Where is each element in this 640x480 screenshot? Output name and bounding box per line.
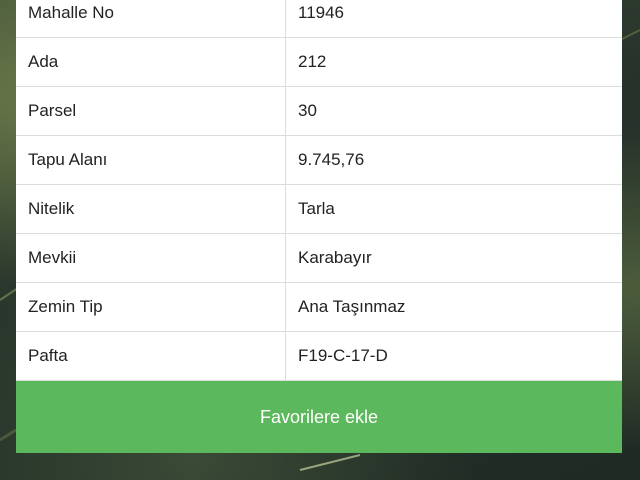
table-row: Pafta F19-C-17-D (16, 332, 622, 381)
table-row: Tapu Alanı 9.745,76 (16, 136, 622, 185)
row-value: Karabayır (298, 248, 372, 267)
table-row: Ada 212 (16, 38, 622, 87)
row-label: Pafta (16, 332, 286, 380)
row-label: Tapu Alanı (16, 136, 286, 184)
row-value: Ana Taşınmaz (298, 297, 406, 316)
row-label: Mevkii (16, 234, 286, 282)
row-value: 30 (298, 101, 317, 120)
table-row: Parsel 30 (16, 87, 622, 136)
row-value: 212 (298, 52, 327, 71)
row-value: F19-C-17-D (298, 346, 388, 365)
row-value: 11946 (298, 3, 345, 22)
add-to-favorites-button[interactable]: Favorilere ekle (16, 381, 622, 453)
row-label: Zemin Tip (16, 283, 286, 331)
row-label: Nitelik (16, 185, 286, 233)
table-row: Zemin Tip Ana Taşınmaz (16, 283, 622, 332)
table-row: Nitelik Tarla (16, 185, 622, 234)
row-label: Mahalle No (16, 0, 286, 37)
row-label: Parsel (16, 87, 286, 135)
table-row: Mahalle No 11946 (16, 0, 622, 38)
table-row: Mevkii Karabayır (16, 234, 622, 283)
parcel-info-table: Mahalle No 11946 Ada 212 Parsel 30 Tapu … (16, 0, 622, 381)
row-value: 9.745,76 (298, 150, 365, 169)
row-value: Tarla (298, 199, 335, 218)
row-label: Ada (16, 38, 286, 86)
